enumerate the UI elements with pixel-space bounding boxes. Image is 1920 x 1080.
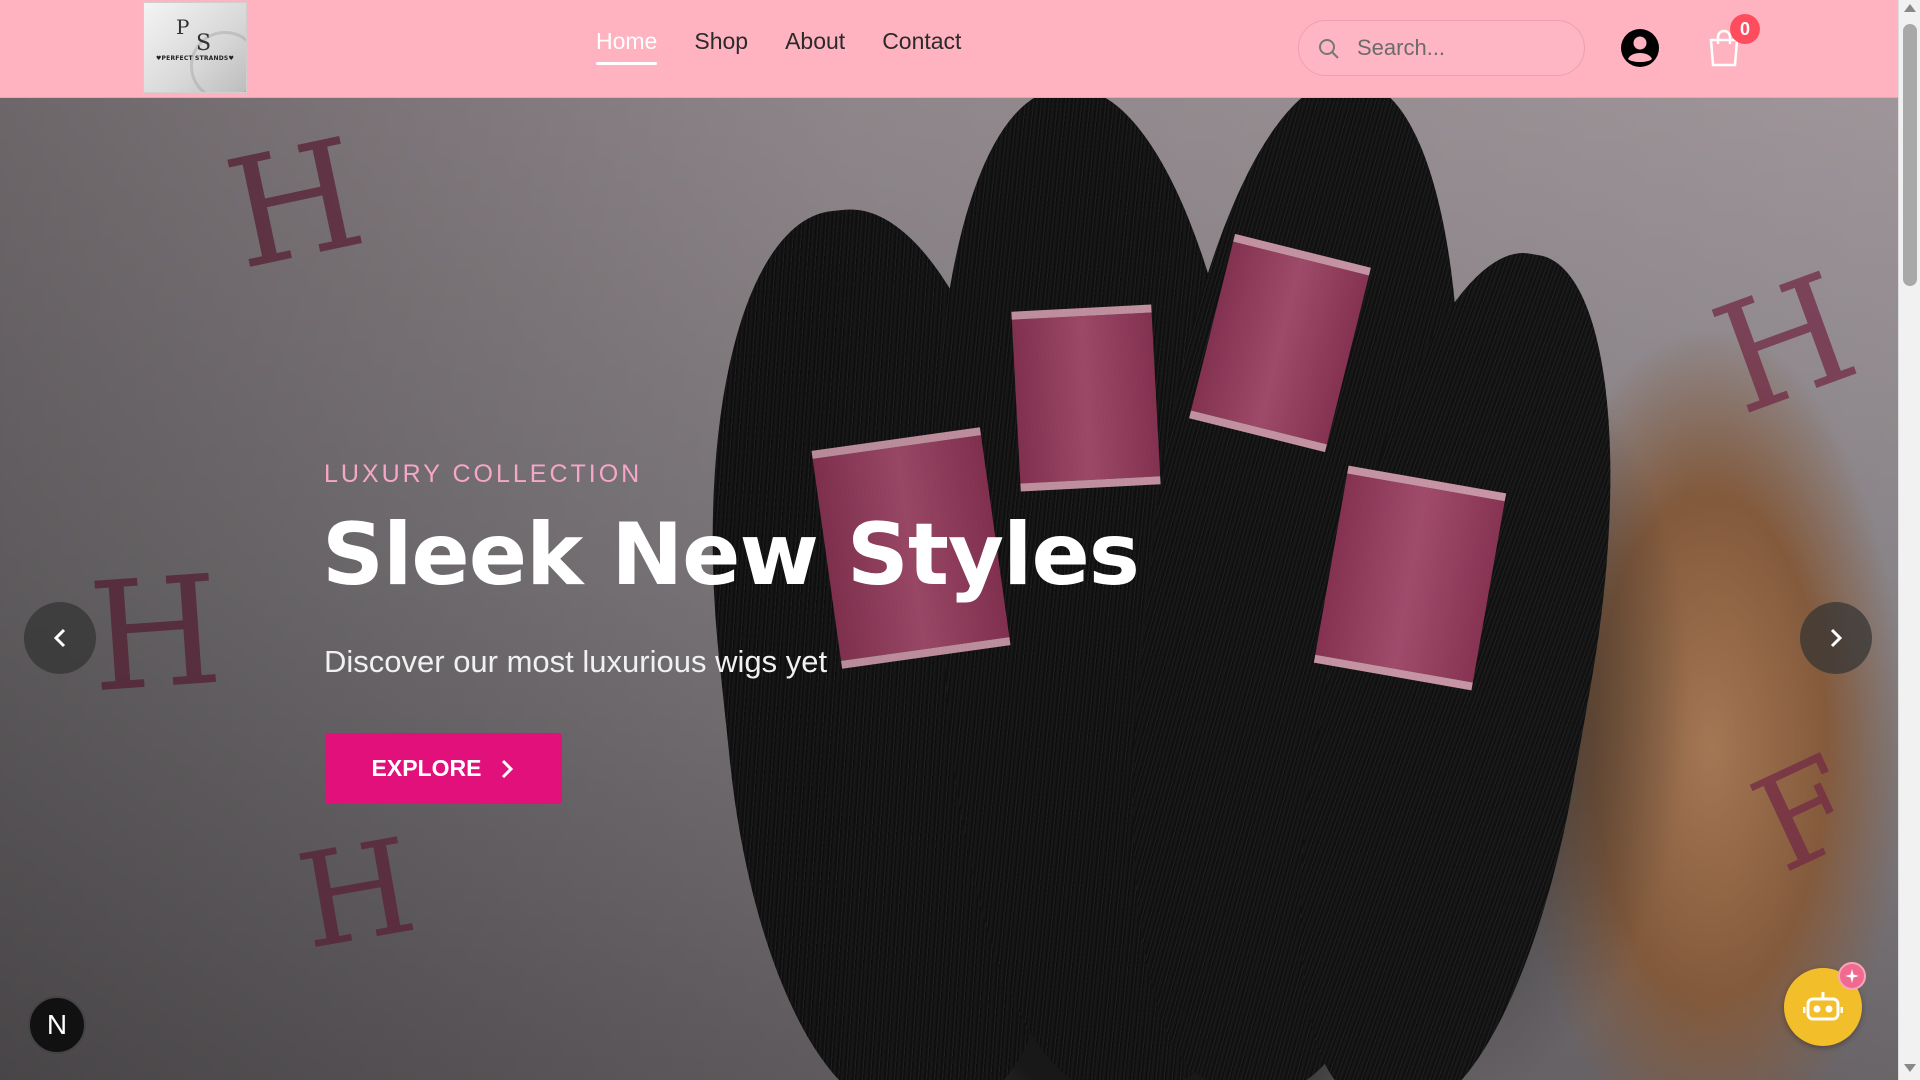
site-header: P S ♥PERFECT STRANDS♥ Home Shop About Co… — [0, 0, 1898, 98]
chatbot-notification — [1838, 962, 1866, 990]
dev-tools-badge[interactable]: N — [28, 996, 86, 1054]
hero-eyebrow: LUXURY COLLECTION — [324, 460, 643, 488]
logo-letter-p: P — [176, 15, 190, 39]
hero-slider: H H H H F LUXURY COLLECTION Sleek New St… — [0, 98, 1898, 1080]
next-slide-button[interactable] — [1800, 602, 1872, 674]
scroll-up-arrow-icon[interactable] — [1904, 4, 1916, 12]
chevron-right-icon — [1830, 628, 1843, 648]
nav-home[interactable]: Home — [596, 28, 658, 65]
main-nav: Home Shop About Contact — [596, 28, 998, 65]
logo-letter-s: S — [196, 31, 212, 56]
nav-about[interactable]: About — [785, 28, 845, 65]
nav-contact[interactable]: Contact — [882, 28, 961, 65]
sparkle-icon — [1845, 969, 1859, 983]
site-logo[interactable]: P S ♥PERFECT STRANDS♥ — [143, 2, 247, 93]
cart-count-badge: 0 — [1730, 14, 1760, 44]
hero-subtitle: Discover our most luxurious wigs yet — [324, 644, 828, 679]
search-icon — [1319, 39, 1339, 59]
user-circle-icon[interactable] — [1620, 28, 1660, 68]
scrollbar-thumb[interactable] — [1903, 24, 1917, 286]
chevron-right-icon — [502, 759, 514, 778]
prev-slide-button[interactable] — [24, 602, 96, 674]
hero-title: Sleek New Styles — [322, 505, 1140, 605]
nav-shop[interactable]: Shop — [694, 28, 748, 65]
explore-button[interactable]: EXPLORE — [325, 733, 562, 804]
logo-tagline: ♥PERFECT STRANDS♥ — [155, 55, 235, 62]
search-box — [1298, 20, 1585, 76]
robot-icon — [1803, 992, 1843, 1021]
search-input[interactable] — [1357, 31, 1572, 65]
scroll-down-arrow-icon[interactable] — [1904, 1064, 1916, 1072]
page-scrollbar[interactable] — [1898, 0, 1920, 1080]
explore-button-label: EXPLORE — [371, 755, 482, 781]
chevron-left-icon — [53, 628, 66, 648]
